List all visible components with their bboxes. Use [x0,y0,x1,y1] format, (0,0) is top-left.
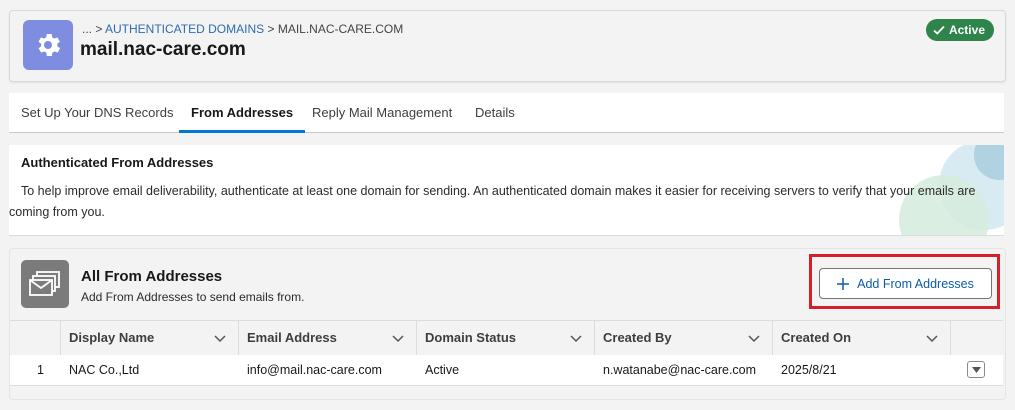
info-section: Authenticated From Addresses To help imp… [9,145,1004,236]
column-label: Created By [603,330,672,345]
email-list-icon [21,260,69,308]
column-label: Display Name [69,330,155,345]
chevron-down-icon[interactable] [926,332,938,344]
breadcrumb: ... > AUTHENTICATED DOMAINS > MAIL.NAC-C… [82,22,403,36]
info-title: Authenticated From Addresses [21,155,214,170]
check-icon [933,25,945,35]
status-badge-label: Active [948,23,985,37]
chevron-down-icon[interactable] [748,332,760,344]
row-actions-button[interactable] [967,361,985,378]
add-from-addresses-button[interactable]: Add From Addresses [819,268,992,299]
list-subtitle: Add From Addresses to send emails from. [81,290,305,304]
column-header-email-address[interactable]: Email Address [239,321,417,355]
record-header: ... > AUTHENTICATED DOMAINS > MAIL.NAC-C… [9,10,1006,82]
column-label: Created On [781,330,852,345]
from-addresses-list: All From Addresses Add From Addresses to… [9,248,1006,400]
chevron-down-icon[interactable] [570,332,582,344]
gear-icon [23,20,73,70]
chevron-down-icon[interactable] [214,332,226,344]
tab-dns-records[interactable]: Set Up Your DNS Records [21,93,173,132]
table-header: Display Name Email Address Domain Status… [10,320,1003,356]
column-label: Domain Status [425,330,517,345]
column-header-created-on[interactable]: Created On [773,321,951,355]
cell-created-by: n.watanabe@nac-care.com [603,363,757,377]
page-title: mail.nac-care.com [80,39,246,60]
tab-details[interactable]: Details [475,93,515,132]
chevron-down-icon[interactable] [392,332,404,344]
column-header-created-by[interactable]: Created By [595,321,773,355]
list-title: All From Addresses [81,268,223,285]
breadcrumb-ellipsis[interactable]: ... > [82,22,102,36]
info-text: To help improve email deliverability, au… [9,184,976,219]
status-badge: Active [925,19,994,41]
breadcrumb-link-authenticated-domains[interactable]: AUTHENTICATED DOMAINS [105,22,264,36]
add-from-addresses-label: Add From Addresses [857,276,974,291]
cell-created-on: 2025/8/21 [781,363,837,377]
breadcrumb-current: MAIL.NAC-CARE.COM [277,22,404,36]
tab-bar: Set Up Your DNS Records From Addresses R… [9,93,1004,133]
column-label: Email Address [247,330,337,345]
cell-domain-status: Active [425,363,460,377]
caret-down-icon [971,366,981,373]
cell-display-name: NAC Co.,Ltd [69,363,140,377]
breadcrumb-separator: > [267,22,275,36]
row-number: 1 [37,363,44,377]
plus-icon [837,277,850,290]
tab-reply-mail-management[interactable]: Reply Mail Management [312,93,452,132]
cell-email-address: info@mail.nac-care.com [247,363,382,377]
column-header-domain-status[interactable]: Domain Status [417,321,595,355]
column-header-display-name[interactable]: Display Name [61,321,239,355]
row-number-header [10,321,61,355]
table-row: 1 NAC Co.,Ltd info@mail.nac-care.com Act… [10,355,1003,386]
tab-from-addresses[interactable]: From Addresses [178,93,306,133]
